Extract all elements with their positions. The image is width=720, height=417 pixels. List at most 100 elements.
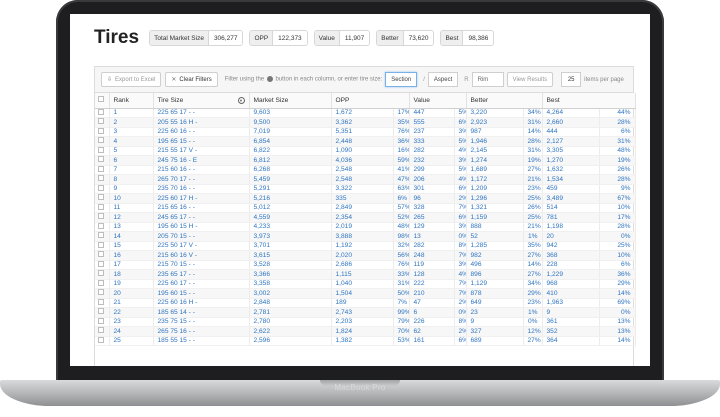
row-checkbox[interactable] — [95, 174, 110, 185]
table-row[interactable]: 17215 70 15 - -3,5282,68676%1193%49614%2… — [95, 260, 636, 270]
table-row[interactable]: 11215 65 16 - -5,0122,84957%3287%1,32126… — [95, 203, 636, 213]
table-cell: 5% — [454, 108, 467, 118]
select-all-checkbox[interactable] — [95, 93, 110, 109]
table-row[interactable]: 15225 50 17 V -3,7011,19232%2828%1,28535… — [95, 241, 636, 251]
row-checkbox[interactable] — [95, 288, 110, 299]
header-better[interactable]: Better — [466, 93, 543, 109]
table-row[interactable]: 21225 60 16 H -2,8481897%472%64923%1,963… — [95, 298, 636, 308]
table-cell: 1,824 — [331, 326, 394, 337]
export-excel-button[interactable]: ⇩ Export to Excel — [101, 72, 162, 87]
table-cell: 265 70 17 - - — [153, 174, 250, 185]
table-cell: 235 70 16 - - — [153, 184, 250, 194]
table-cell: 79% — [393, 317, 410, 327]
close-icon: ✕ — [171, 77, 177, 83]
table-row[interactable]: 24265 75 16 - -2,6221,82470%622%32712%35… — [95, 326, 636, 337]
row-checkbox[interactable] — [95, 193, 110, 204]
header-market-size[interactable]: Market Size — [249, 93, 332, 109]
table-row[interactable]: 7215 60 16 - -6,2682,54841%2995%1,68927%… — [95, 165, 636, 175]
row-checkbox[interactable] — [95, 127, 110, 137]
row-checkbox[interactable] — [95, 184, 110, 194]
row-checkbox[interactable] — [95, 326, 110, 337]
table-header-row: Rank Tire Size ▼ Market Size OPP Value B… — [95, 93, 636, 109]
rim-input[interactable]: Rim — [471, 72, 504, 87]
table-row[interactable]: 19225 60 17 - -3,3581,04031%2227%1,12934… — [95, 279, 636, 289]
items-per-page-input[interactable]: 25 — [561, 72, 582, 87]
table-cell: 2,781 — [249, 307, 332, 318]
row-checkbox[interactable] — [95, 212, 110, 223]
table-row[interactable]: 1225 65 17 - -9,6031,67217%4475%3,22034%… — [95, 108, 636, 118]
view-results-button[interactable]: View Results — [506, 72, 554, 87]
row-checkbox[interactable] — [95, 231, 110, 242]
table-cell: 368 — [542, 250, 600, 261]
row-checkbox[interactable] — [95, 279, 110, 289]
section-input[interactable]: Section — [385, 72, 418, 87]
row-checkbox[interactable] — [95, 155, 110, 166]
table-row[interactable]: 22185 65 14 - -2,7812,74399%60%231%90% — [95, 307, 636, 318]
table-row[interactable]: 8265 70 17 - -5,4592,54847%2064%1,17221%… — [95, 174, 636, 185]
table-cell: 265 — [409, 212, 455, 223]
table-cell: 47% — [393, 174, 410, 185]
table-cell: 1,129 — [466, 279, 524, 289]
table-cell: 1,172 — [466, 174, 524, 185]
row-checkbox[interactable] — [95, 336, 110, 346]
table-cell: 29% — [599, 279, 636, 289]
table-cell: 7 — [109, 165, 154, 175]
aspect-input[interactable]: Aspect — [427, 72, 459, 87]
table-cell: 6% — [599, 127, 636, 137]
row-checkbox[interactable] — [95, 222, 110, 232]
table-row[interactable]: 20195 60 15 - -3,0021,50450%2107%87829%4… — [95, 288, 636, 299]
table-cell: 335 — [331, 193, 394, 204]
table-cell: 14% — [523, 127, 543, 137]
row-checkbox[interactable] — [95, 203, 110, 213]
table-cell: 1,321 — [466, 203, 524, 213]
header-rank[interactable]: Rank — [109, 93, 154, 109]
table-cell: 26% — [599, 165, 636, 175]
row-checkbox[interactable] — [95, 298, 110, 308]
table-cell: 3,322 — [331, 184, 394, 194]
table-row[interactable]: 9235 70 16 - -5,2913,32263%3016%1,20923%… — [95, 184, 636, 194]
row-checkbox[interactable] — [95, 108, 110, 118]
clear-filters-button[interactable]: ✕ Clear Filters — [165, 72, 218, 87]
table-cell: 5 — [109, 146, 154, 156]
table-cell: 3,366 — [249, 269, 332, 280]
table-row[interactable]: 5215 55 17 V -6,8221,09016%2824%2,14531%… — [95, 146, 636, 156]
table-row[interactable]: 10225 60 17 H -5,2163356%962%1,29625%3,4… — [95, 193, 636, 204]
header-opp[interactable]: OPP — [331, 93, 410, 109]
filter-icon[interactable]: ▼ — [237, 96, 245, 104]
table-cell: 41% — [393, 165, 410, 175]
stat-value: 122,373 — [273, 31, 307, 45]
table-row[interactable]: 13195 60 15 H -4,2332,01948%1293%88821%1… — [95, 222, 636, 232]
row-checkbox[interactable] — [95, 146, 110, 156]
table-row[interactable]: 18235 65 17 - -3,3661,11533%1284%89627%1… — [95, 269, 636, 280]
table-cell: 2,686 — [331, 260, 394, 270]
row-checkbox[interactable] — [95, 136, 110, 147]
row-checkbox[interactable] — [95, 241, 110, 251]
table-cell: 2% — [454, 298, 467, 308]
table-cell: 56% — [393, 250, 410, 261]
table-cell: 2,660 — [542, 117, 600, 128]
table-row[interactable]: 3225 60 16 - -7,0195,35176%2373%98714%44… — [95, 127, 636, 137]
table-row[interactable]: 2205 55 16 H -9,5003,36235%5556%2,92331%… — [95, 117, 636, 128]
table-row[interactable]: 6245 75 16 - E6,8124,03659%2323%1,27419%… — [95, 155, 636, 166]
table-row[interactable]: 14205 70 15 - -3,9733,88898%130%521%200% — [95, 231, 636, 242]
row-checkbox[interactable] — [95, 165, 110, 175]
row-checkbox[interactable] — [95, 269, 110, 280]
app-header: Tires Total Market Size 306,277 OPP 122,… — [70, 14, 650, 62]
row-checkbox[interactable] — [95, 250, 110, 261]
row-checkbox[interactable] — [95, 260, 110, 270]
table-row[interactable]: 4195 65 15 - -6,8542,44836%3335%1,94628%… — [95, 136, 636, 147]
row-checkbox[interactable] — [95, 317, 110, 327]
header-value[interactable]: Value — [409, 93, 467, 109]
toolbar: ⇩ Export to Excel ✕ Clear Filters Filter… — [95, 67, 633, 93]
table-row[interactable]: 25185 55 15 - -2,5961,38253%1616%68927%3… — [95, 336, 636, 346]
row-checkbox[interactable] — [95, 307, 110, 318]
stat-best: Best 98,386 — [440, 30, 495, 46]
table-row[interactable]: 16215 60 16 V -3,6152,02056%2487%98227%3… — [95, 250, 636, 261]
row-checkbox[interactable] — [95, 117, 110, 128]
table-row[interactable]: 23235 75 15 - -2,7802,20379%2268%90%3611… — [95, 317, 636, 327]
header-tire-size[interactable]: Tire Size ▼ — [153, 93, 250, 109]
header-best[interactable]: Best — [542, 93, 636, 109]
table-cell: 5,291 — [249, 184, 332, 194]
table-cell: 13% — [599, 326, 636, 337]
table-row[interactable]: 12245 65 17 - -4,5592,35452%2656%1,15925… — [95, 212, 636, 223]
